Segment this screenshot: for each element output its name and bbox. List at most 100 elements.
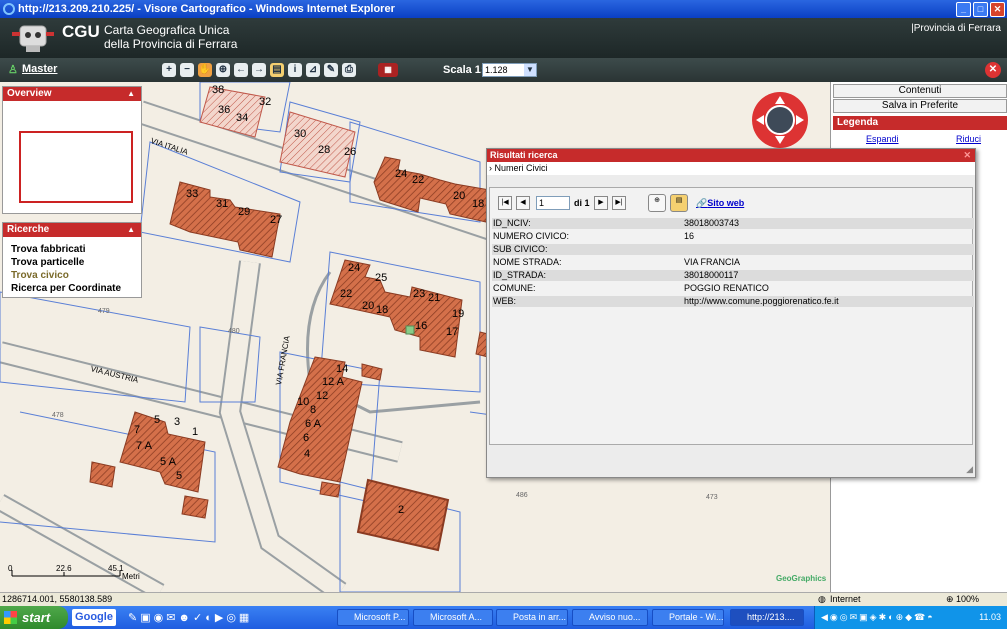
zoom-icon: ⊕: [946, 594, 954, 604]
field-value: POGGIO RENATICO: [684, 283, 769, 293]
export-icon[interactable]: ▤: [670, 194, 688, 212]
collapse-icon[interactable]: ▲: [127, 87, 135, 101]
ricerca-coordinate-link[interactable]: Ricerca per Coordinate: [3, 282, 141, 295]
field-value: 38018003743: [684, 218, 740, 228]
zoom-level[interactable]: 100%: [956, 593, 979, 606]
contenuti-button[interactable]: Contenuti: [833, 84, 1007, 98]
start-button[interactable]: start: [0, 606, 68, 629]
google-toolbar[interactable]: Google: [72, 609, 116, 626]
pan-compass-icon[interactable]: [752, 92, 808, 148]
print-icon[interactable]: ⎙: [342, 63, 356, 77]
zoom-extent-icon[interactable]: ⊕: [216, 63, 230, 77]
parcel-label: 486: [516, 492, 528, 499]
parcel-label: 480: [228, 328, 240, 335]
close-icon[interactable]: ✕: [985, 62, 1001, 78]
next-page-button[interactable]: ▶: [594, 196, 608, 210]
field-key: NUMERO CIVICO:: [493, 231, 570, 241]
house-number: 22: [340, 288, 353, 300]
parcel-label: 473: [706, 494, 718, 501]
system-tray: ◀◉◎✉▣◈✱◐⊕◆☎◓ 11.03: [814, 606, 1007, 629]
master-link[interactable]: Master: [22, 63, 57, 75]
house-number: 12: [316, 390, 329, 402]
tree-item-numeri-civici[interactable]: › Numeri Civici: [487, 162, 975, 175]
building[interactable]: [119, 411, 206, 493]
result-row: NUMERO CIVICO: 16: [492, 231, 974, 242]
house-number: 14: [336, 363, 349, 375]
overview-extent[interactable]: [19, 131, 133, 203]
pan-hand-icon[interactable]: ✋: [198, 63, 212, 77]
house-number: 19: [452, 308, 465, 320]
prev-page-button[interactable]: ◀: [516, 196, 530, 210]
house-number: 16: [415, 320, 428, 332]
layer-icon[interactable]: ▦: [378, 63, 398, 77]
back-arrow-icon[interactable]: ←: [234, 63, 248, 77]
scale-label: Scala 1:: [443, 64, 485, 76]
logo-subtitle: Carta Geografica Unica della Provincia d…: [104, 23, 237, 51]
folder-icon[interactable]: ▤: [270, 63, 284, 77]
quick-launch-icons[interactable]: ✎▣◉✉☻✓◐▶◎▦: [128, 611, 252, 624]
clock: 11.03: [979, 612, 1001, 622]
riduci-link[interactable]: Riduci: [956, 134, 981, 144]
trova-fabbricati-link[interactable]: Trova fabbricati: [3, 243, 141, 256]
maximize-button[interactable]: □: [973, 2, 988, 17]
trova-civico-link[interactable]: Trova civico: [3, 269, 141, 282]
close-icon[interactable]: ✕: [963, 149, 971, 162]
scale-select[interactable]: 1.128 ▼: [482, 63, 537, 77]
sito-web-label: Sito web: [707, 198, 745, 208]
taskbar-item[interactable]: Avviso nuo...: [572, 609, 648, 626]
house-number: 24: [348, 262, 361, 274]
globe-icon: ◍: [818, 594, 826, 604]
collapse-icon[interactable]: ▲: [127, 223, 135, 237]
close-window-button[interactable]: ✕: [990, 2, 1005, 17]
house-number: 30: [294, 128, 307, 140]
house-number: 34: [236, 112, 249, 124]
province-link[interactable]: |Provincia di Ferrara: [911, 23, 1001, 34]
house-number: 21: [428, 292, 441, 304]
parcel-label: 479: [98, 308, 110, 315]
field-key: NOME STRADA:: [493, 257, 562, 267]
taskbar-item[interactable]: Microsoft A...: [413, 609, 493, 626]
info-icon[interactable]: i: [288, 63, 302, 77]
result-row: SUB CIVICO:: [492, 244, 974, 255]
salva-preferite-button[interactable]: Salva in Preferite: [833, 99, 1007, 113]
ricerche-panel: Ricerche ▲ Trova fabbricati Trova partic…: [2, 222, 142, 298]
house-number: 25: [375, 272, 388, 284]
first-page-button[interactable]: |◀: [498, 196, 512, 210]
page-input[interactable]: 1: [536, 196, 570, 210]
overview-header[interactable]: Overview ▲: [3, 87, 141, 101]
field-value[interactable]: http://www.comune.poggiorenatico.fe.it: [684, 296, 839, 307]
subtitle-line-1: Carta Geografica Unica: [104, 23, 230, 37]
credit-logo: GeoGraphics: [776, 574, 827, 583]
house-number: 38: [212, 84, 225, 96]
field-value: VIA FRANCIA: [684, 257, 741, 267]
resize-grip-icon[interactable]: ◢: [966, 464, 973, 475]
window-title: http://213.209.210.225/ - Visore Cartogr…: [18, 3, 395, 15]
zoom-out-icon[interactable]: −: [180, 63, 194, 77]
house-number: 7 A: [136, 440, 152, 452]
espandi-link[interactable]: Espandi: [866, 134, 899, 144]
house-number: 36: [218, 104, 231, 116]
selected-point-marker[interactable]: [405, 325, 415, 335]
taskbar-item[interactable]: Posta in arr...: [496, 609, 568, 626]
house-number: 12 A: [322, 376, 345, 388]
taskbar-item-active[interactable]: http://213....: [730, 609, 804, 626]
house-number: 31: [216, 198, 229, 210]
tray-icons[interactable]: ◀◉◎✉▣◈✱◐⊕◆☎◓: [821, 606, 935, 629]
forward-arrow-icon[interactable]: →: [252, 63, 266, 77]
measure-icon[interactable]: ⊿: [306, 63, 320, 77]
select-icon[interactable]: ✎: [324, 63, 338, 77]
taskbar-item[interactable]: Microsoft P...: [337, 609, 409, 626]
field-key: COMUNE:: [493, 283, 536, 293]
house-number: 20: [453, 190, 466, 202]
taskbar-item[interactable]: Portale - Wi...: [652, 609, 724, 626]
zoom-in-icon[interactable]: +: [162, 63, 176, 77]
trova-particelle-link[interactable]: Trova particelle: [3, 256, 141, 269]
legenda-header: Legenda: [833, 116, 1007, 130]
sito-web-link[interactable]: 🔗Sito web: [696, 198, 744, 209]
house-number: 6: [303, 432, 310, 444]
result-row: ID_STRADA: 38018000117: [492, 270, 974, 281]
last-page-button[interactable]: ▶|: [612, 196, 626, 210]
ricerche-header[interactable]: Ricerche ▲: [3, 223, 141, 237]
zoom-to-icon[interactable]: ⊕: [648, 194, 666, 212]
minimize-button[interactable]: _: [956, 2, 971, 17]
